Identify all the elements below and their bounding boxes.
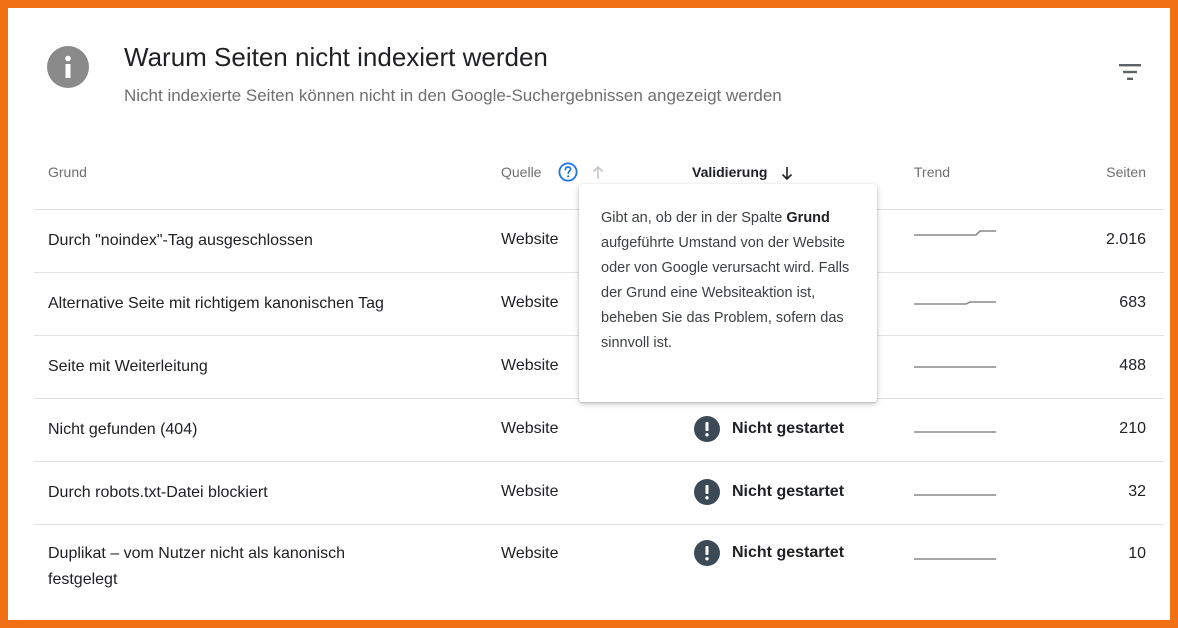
source-help-tooltip: Gibt an, ob der in der Spalte Grund aufg… bbox=[579, 184, 877, 402]
exclamation-icon bbox=[694, 416, 720, 442]
exclamation-icon bbox=[694, 540, 720, 566]
row-source: Website bbox=[501, 294, 559, 311]
row-source: Website bbox=[501, 357, 559, 374]
row-pages: 488 bbox=[1119, 357, 1146, 374]
trend-sparkline bbox=[914, 431, 996, 433]
row-reason: Seite mit Weiterleitung bbox=[48, 358, 208, 375]
trend-sparkline bbox=[914, 230, 996, 236]
exclamation-icon bbox=[694, 479, 720, 505]
column-header-source[interactable]: Quelle bbox=[501, 164, 541, 180]
tooltip-bold-term: Grund bbox=[786, 210, 830, 226]
row-pages: 32 bbox=[1128, 483, 1146, 500]
tooltip-text: Gibt an, ob der in der Spalte Grund aufg… bbox=[601, 210, 850, 351]
row-reason: Duplikat – vom Nutzer nicht als kanonisc… bbox=[48, 545, 346, 588]
help-icon[interactable] bbox=[557, 161, 579, 183]
validation-status-text: Nicht gestartet bbox=[732, 420, 845, 437]
table-row[interactable]: Duplikat – vom Nutzer nicht als kanonisc… bbox=[34, 524, 1164, 605]
row-pages: 210 bbox=[1119, 420, 1146, 437]
card-title: Warum Seiten nicht indexiert werden bbox=[124, 42, 548, 72]
row-pages: 2.016 bbox=[1105, 231, 1146, 248]
column-header-trend[interactable]: Trend bbox=[914, 164, 950, 180]
table-row[interactable]: Durch robots.txt-Datei blockiert Website… bbox=[34, 461, 1164, 525]
validation-status-text: Nicht gestartet bbox=[732, 544, 845, 561]
row-source: Website bbox=[501, 483, 559, 500]
row-source: Website bbox=[501, 420, 559, 437]
row-pages: 10 bbox=[1128, 545, 1146, 562]
row-reason: Alternative Seite mit richtigem kanonisc… bbox=[48, 295, 384, 312]
row-source: Website bbox=[501, 231, 559, 248]
trend-sparkline bbox=[914, 301, 996, 305]
sort-down-icon[interactable] bbox=[778, 164, 796, 182]
table-row[interactable]: Nicht gefunden (404) Website Nicht gesta… bbox=[34, 398, 1164, 462]
validation-status-text: Nicht gestartet bbox=[732, 483, 845, 500]
info-icon bbox=[47, 46, 89, 88]
card-subtitle: Nicht indexierte Seiten können nicht in … bbox=[124, 86, 782, 105]
row-reason: Durch "noindex"-Tag ausgeschlossen bbox=[48, 232, 313, 249]
sort-up-icon[interactable] bbox=[589, 164, 607, 182]
row-reason: Durch robots.txt-Datei blockiert bbox=[48, 484, 268, 501]
not-indexed-card: Warum Seiten nicht indexiert werden Nich… bbox=[16, 16, 1178, 628]
row-source: Website bbox=[501, 545, 559, 562]
column-header-validation[interactable]: Validierung bbox=[692, 164, 767, 180]
row-pages: 683 bbox=[1119, 294, 1146, 311]
trend-sparkline bbox=[914, 366, 996, 368]
filter-icon[interactable] bbox=[1114, 56, 1146, 88]
row-reason: Nicht gefunden (404) bbox=[48, 421, 198, 438]
highlight-frame: Warum Seiten nicht indexiert werden Nich… bbox=[0, 0, 1178, 628]
trend-sparkline bbox=[914, 558, 996, 560]
column-header-reason[interactable]: Grund bbox=[48, 164, 87, 180]
column-header-pages[interactable]: Seiten bbox=[1106, 164, 1146, 180]
trend-sparkline bbox=[914, 494, 996, 496]
